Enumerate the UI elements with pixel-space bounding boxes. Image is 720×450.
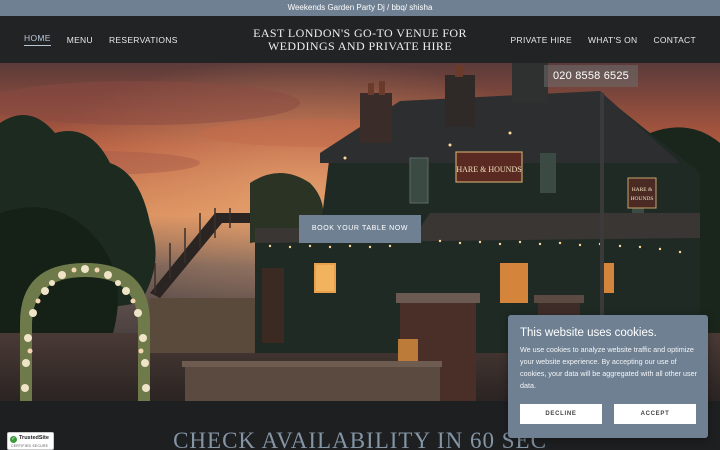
accept-button[interactable]: ACCEPT	[614, 404, 696, 424]
page: Weekends Garden Party Dj / bbq/ shisha H…	[0, 0, 720, 450]
trusted-site-badge[interactable]: ✓ TrustedSite CERTIFIED SECURE	[7, 432, 54, 450]
side-sign-line-2: HOUNDS	[631, 196, 654, 202]
nav-reservations[interactable]: RESERVATIONS	[109, 35, 178, 45]
site-title-line-2: WEDDINGS AND PRIVATE HIRE	[267, 38, 453, 53]
book-table-button[interactable]: BOOK YOUR TABLE NOW	[299, 215, 421, 243]
nav-left: HOME MENU RESERVATIONS	[24, 16, 178, 63]
nav-menu[interactable]: MENU	[67, 35, 93, 45]
announcement-bar[interactable]: Weekends Garden Party Dj / bbq/ shisha	[0, 0, 720, 16]
cookie-banner: This website uses cookies. We use cookie…	[508, 315, 708, 438]
phone-number[interactable]: 020 8558 6525	[544, 65, 638, 87]
badge-subtitle: CERTIFIED SECURE	[11, 444, 49, 448]
nav-contact[interactable]: CONTACT	[653, 35, 696, 45]
nav-whats-on[interactable]: WHAT'S ON	[588, 35, 638, 45]
cookie-title: This website uses cookies.	[520, 327, 657, 339]
pub-sign-text: HARE & HOUNDS	[456, 165, 521, 174]
badge-title: TrustedSite	[19, 435, 49, 441]
cookie-body: We use cookies to analyze website traffi…	[520, 345, 697, 390]
site-title-line-1: EAST LONDON'S GO-TO VENUE FOR	[253, 26, 467, 40]
decline-button[interactable]: DECLINE	[520, 404, 602, 424]
nav-right: PRIVATE HIRE WHAT'S ON CONTACT	[511, 16, 696, 63]
check-icon: ✓	[10, 436, 17, 443]
announcement-text[interactable]: Weekends Garden Party Dj / bbq/ shisha	[288, 3, 433, 12]
side-sign-line-1: HARE &	[632, 187, 653, 193]
nav-home[interactable]: HOME	[24, 33, 51, 46]
site-title[interactable]: EAST LONDON'S GO-TO VENUE FOR WEDDINGS A…	[200, 27, 520, 52]
site-header: HOME MENU RESERVATIONS EAST LONDON'S GO-…	[0, 16, 720, 63]
nav-private-hire[interactable]: PRIVATE HIRE	[511, 35, 572, 45]
